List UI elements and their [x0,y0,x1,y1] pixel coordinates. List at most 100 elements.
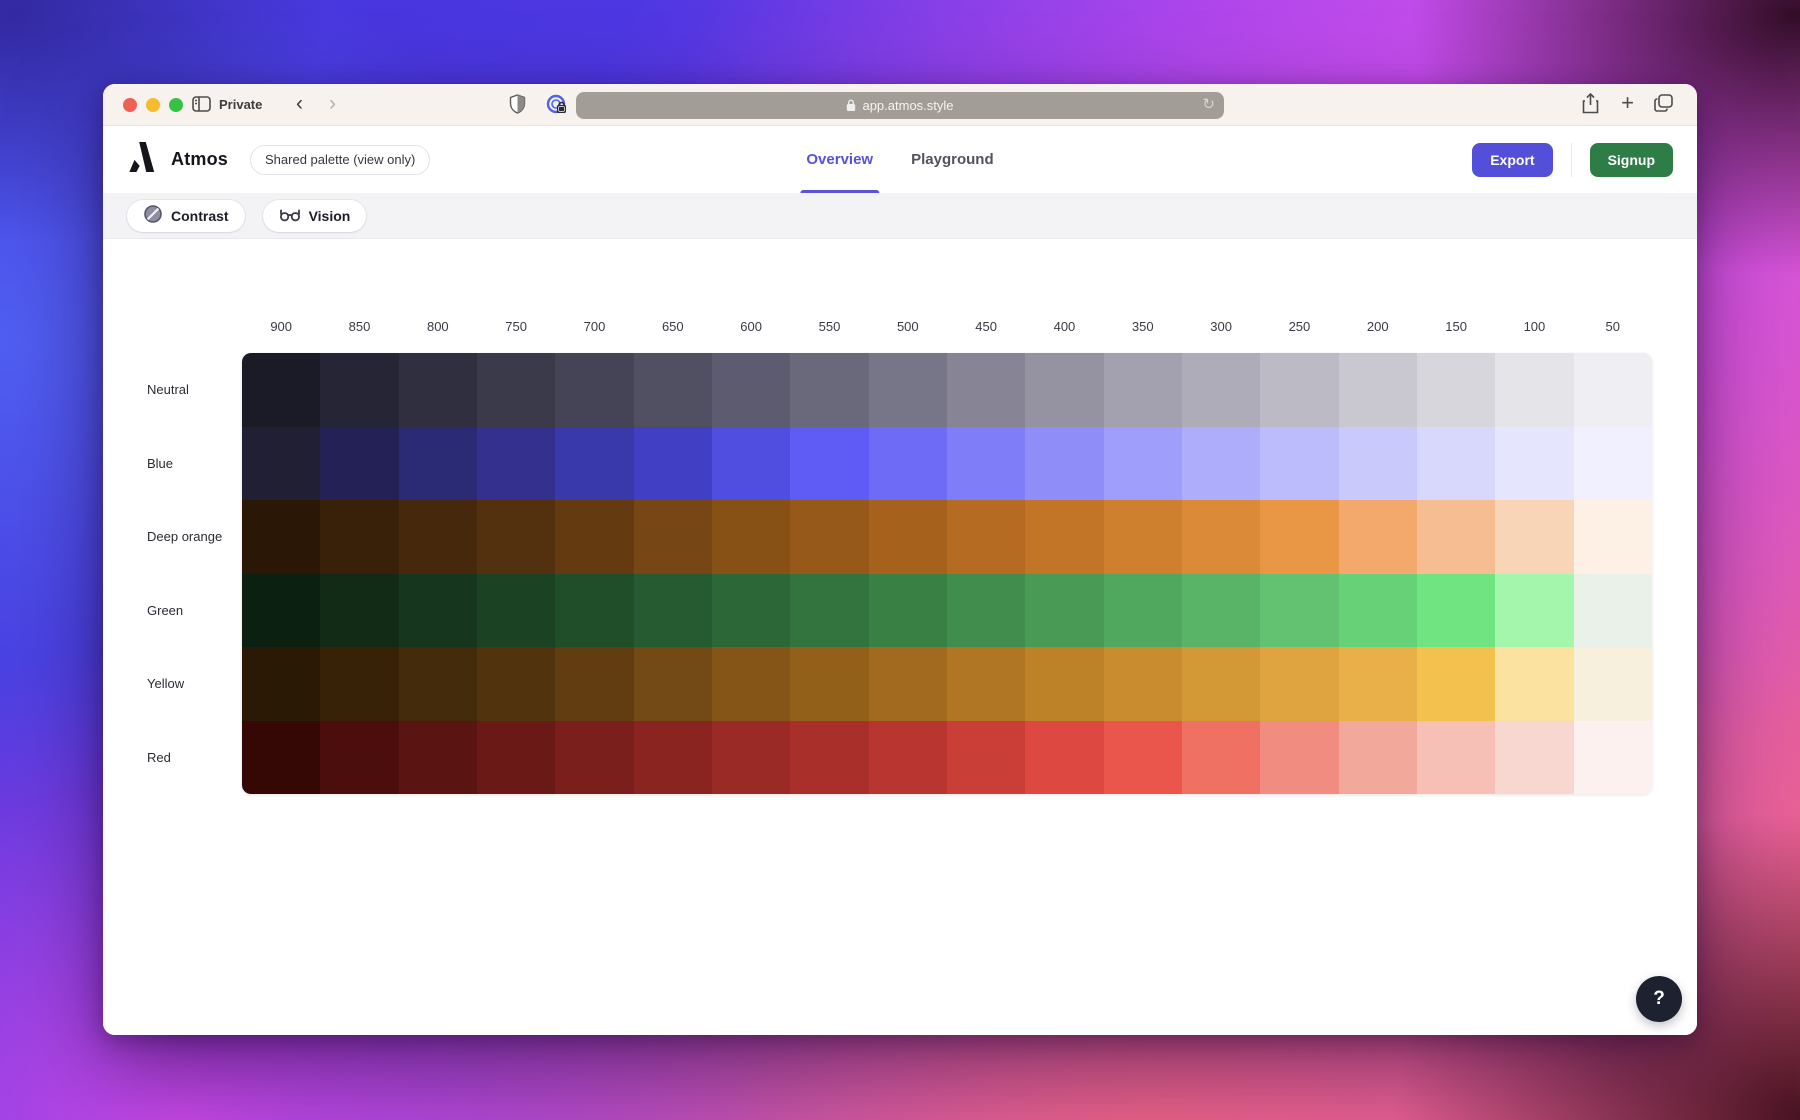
tab-overview-icon[interactable] [1654,94,1673,117]
swatch-red-100[interactable] [1495,721,1573,795]
export-button[interactable]: Export [1472,143,1552,177]
swatch-green-850[interactable] [320,574,398,648]
help-button[interactable]: ? [1636,976,1682,1022]
swatch-green-600[interactable] [712,574,790,648]
swatch-green-200[interactable] [1339,574,1417,648]
contrast-button[interactable]: Contrast [127,200,245,232]
swatch-red-850[interactable] [320,721,398,795]
reload-icon[interactable]: ↻ [1202,95,1215,113]
swatch-yellow-900[interactable] [242,647,320,721]
swatch-deep-orange-300[interactable] [1182,500,1260,574]
signup-button[interactable]: Signup [1590,143,1673,177]
swatch-blue-200[interactable] [1339,427,1417,501]
swatch-green-50[interactable] [1574,574,1652,648]
swatch-blue-500[interactable] [869,427,947,501]
share-icon[interactable] [1582,93,1599,119]
tab-overview[interactable]: Overview [806,126,873,193]
swatch-blue-450[interactable] [947,427,1025,501]
privacy-report-icon[interactable] [546,94,567,120]
swatch-red-500[interactable] [869,721,947,795]
swatch-yellow-550[interactable] [790,647,868,721]
swatch-neutral-400[interactable] [1025,353,1103,427]
swatch-red-650[interactable] [634,721,712,795]
swatch-yellow-450[interactable] [947,647,1025,721]
swatch-blue-100[interactable] [1495,427,1573,501]
address-bar[interactable]: app.atmos.style ↻ [576,92,1224,119]
swatch-blue-800[interactable] [399,427,477,501]
swatch-red-450[interactable] [947,721,1025,795]
swatch-blue-600[interactable] [712,427,790,501]
swatch-deep-orange-850[interactable] [320,500,398,574]
swatch-green-700[interactable] [555,574,633,648]
swatch-neutral-100[interactable] [1495,353,1573,427]
swatch-green-750[interactable] [477,574,555,648]
swatch-yellow-400[interactable] [1025,647,1103,721]
swatch-neutral-450[interactable] [947,353,1025,427]
swatch-neutral-650[interactable] [634,353,712,427]
swatch-neutral-250[interactable] [1260,353,1338,427]
swatch-yellow-700[interactable] [555,647,633,721]
swatch-blue-150[interactable] [1417,427,1495,501]
swatch-deep-orange-100[interactable] [1495,500,1573,574]
swatch-red-600[interactable] [712,721,790,795]
tab-playground[interactable]: Playground [911,126,994,193]
swatch-yellow-150[interactable] [1417,647,1495,721]
swatch-blue-650[interactable] [634,427,712,501]
back-button[interactable]: ‹ [296,92,303,116]
swatch-yellow-750[interactable] [477,647,555,721]
maximize-window-button[interactable] [169,98,183,112]
swatch-green-400[interactable] [1025,574,1103,648]
swatch-yellow-800[interactable] [399,647,477,721]
vision-button[interactable]: Vision [263,200,367,232]
close-window-button[interactable] [123,98,137,112]
swatch-green-350[interactable] [1104,574,1182,648]
swatch-red-750[interactable] [477,721,555,795]
swatch-blue-550[interactable] [790,427,868,501]
swatch-blue-50[interactable] [1574,427,1652,501]
swatch-deep-orange-400[interactable] [1025,500,1103,574]
swatch-red-400[interactable] [1025,721,1103,795]
swatch-yellow-250[interactable] [1260,647,1338,721]
swatch-green-550[interactable] [790,574,868,648]
swatch-green-650[interactable] [634,574,712,648]
swatch-deep-orange-750[interactable] [477,500,555,574]
swatch-blue-900[interactable] [242,427,320,501]
swatch-green-300[interactable] [1182,574,1260,648]
swatch-neutral-750[interactable] [477,353,555,427]
swatch-neutral-800[interactable] [399,353,477,427]
swatch-deep-orange-600[interactable] [712,500,790,574]
shield-icon[interactable] [509,94,526,119]
swatch-neutral-200[interactable] [1339,353,1417,427]
swatch-neutral-900[interactable] [242,353,320,427]
swatch-yellow-200[interactable] [1339,647,1417,721]
swatch-neutral-850[interactable] [320,353,398,427]
swatch-yellow-50[interactable] [1574,647,1652,721]
swatch-blue-700[interactable] [555,427,633,501]
swatch-green-450[interactable] [947,574,1025,648]
swatch-neutral-700[interactable] [555,353,633,427]
new-tab-icon[interactable]: + [1621,93,1634,113]
swatch-red-300[interactable] [1182,721,1260,795]
swatch-deep-orange-550[interactable] [790,500,868,574]
swatch-neutral-50[interactable] [1574,353,1652,427]
swatch-blue-400[interactable] [1025,427,1103,501]
minimize-window-button[interactable] [146,98,160,112]
swatch-deep-orange-150[interactable] [1417,500,1495,574]
swatch-blue-750[interactable] [477,427,555,501]
swatch-deep-orange-700[interactable] [555,500,633,574]
swatch-red-200[interactable] [1339,721,1417,795]
swatch-red-350[interactable] [1104,721,1182,795]
swatch-blue-300[interactable] [1182,427,1260,501]
swatch-yellow-100[interactable] [1495,647,1573,721]
swatch-deep-orange-250[interactable] [1260,500,1338,574]
swatch-blue-250[interactable] [1260,427,1338,501]
swatch-deep-orange-800[interactable] [399,500,477,574]
swatch-deep-orange-650[interactable] [634,500,712,574]
swatch-yellow-350[interactable] [1104,647,1182,721]
swatch-red-900[interactable] [242,721,320,795]
swatch-deep-orange-900[interactable] [242,500,320,574]
swatch-blue-350[interactable] [1104,427,1182,501]
swatch-neutral-150[interactable] [1417,353,1495,427]
swatch-neutral-550[interactable] [790,353,868,427]
swatch-red-250[interactable] [1260,721,1338,795]
